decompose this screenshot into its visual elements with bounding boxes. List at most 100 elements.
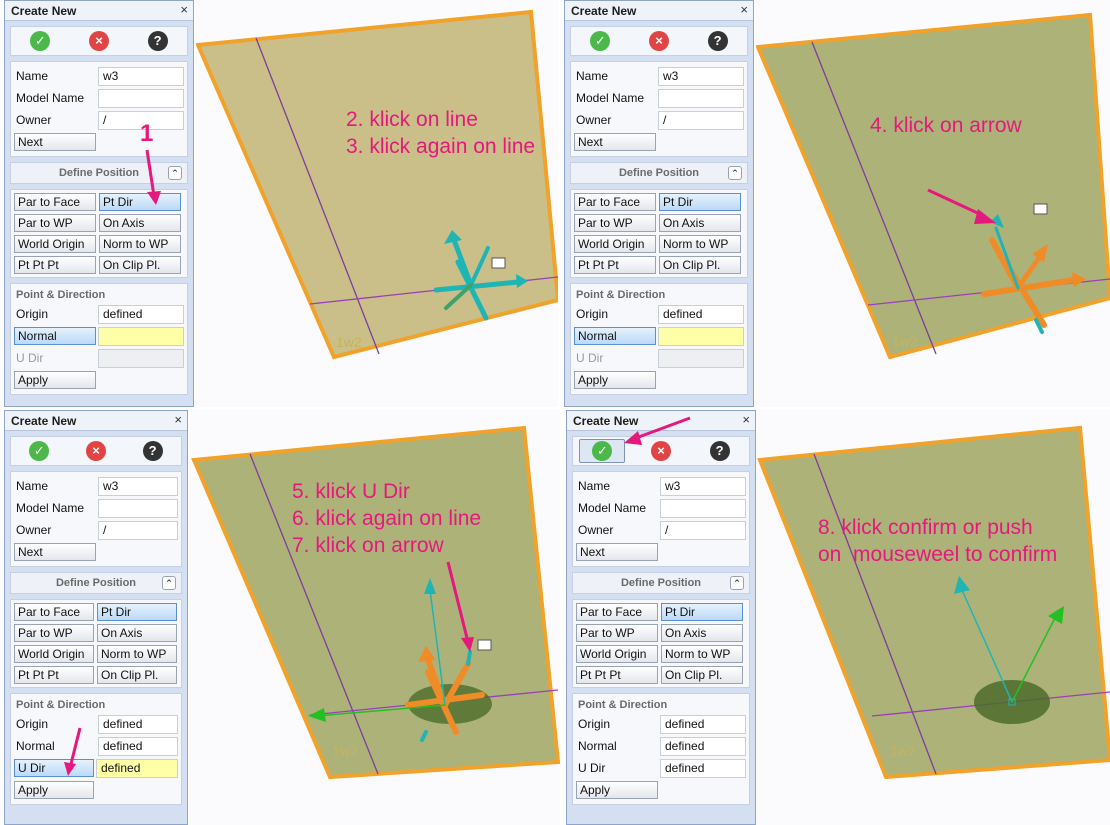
confirm-button[interactable]: ✓: [16, 439, 62, 463]
on-clip-pl-button[interactable]: On Clip Pl.: [99, 256, 181, 274]
naming-group: Name w3 Model Name Owner / Next: [10, 471, 182, 567]
apply-button[interactable]: Apply: [14, 781, 94, 799]
origin-field[interactable]: defined: [98, 304, 184, 324]
world-origin-button[interactable]: World Origin: [574, 235, 656, 253]
u-dir-field[interactable]: [98, 348, 184, 368]
model-name-field[interactable]: [658, 88, 744, 108]
cancel-button[interactable]: ×: [638, 439, 684, 463]
apply-button[interactable]: Apply: [574, 371, 656, 389]
u-dir-button[interactable]: U Dir: [14, 759, 94, 777]
owner-field[interactable]: /: [98, 520, 178, 540]
pt-pt-pt-button[interactable]: Pt Pt Pt: [576, 666, 658, 684]
help-button[interactable]: ?: [130, 439, 176, 463]
on-axis-button[interactable]: On Axis: [97, 624, 177, 642]
par-to-wp-button[interactable]: Par to WP: [574, 214, 656, 232]
on-axis-button[interactable]: On Axis: [99, 214, 181, 232]
model-name-label: Model Name: [576, 91, 645, 105]
origin-label: Origin: [576, 307, 609, 321]
cancel-button[interactable]: ×: [73, 439, 119, 463]
pt-pt-pt-button[interactable]: Pt Pt Pt: [14, 666, 94, 684]
help-button[interactable]: ?: [695, 29, 741, 53]
collapse-icon[interactable]: ⌃: [728, 166, 742, 180]
help-button[interactable]: ?: [697, 439, 743, 463]
world-origin-button[interactable]: World Origin: [14, 235, 96, 253]
par-to-wp-button[interactable]: Par to WP: [14, 624, 94, 642]
normal-button[interactable]: Normal: [14, 327, 96, 345]
close-icon[interactable]: ×: [180, 3, 188, 17]
3d-viewport[interactable]: 1w2: [756, 0, 1110, 407]
model-name-field[interactable]: [660, 498, 746, 518]
collapse-icon[interactable]: ⌃: [162, 576, 176, 590]
normal-field[interactable]: defined: [660, 736, 746, 756]
collapse-icon[interactable]: ⌃: [168, 166, 182, 180]
confirm-button[interactable]: ✓: [17, 29, 63, 53]
work-plane: [191, 425, 560, 780]
work-plane: [196, 9, 558, 360]
owner-field[interactable]: /: [658, 110, 744, 130]
u-dir-field[interactable]: [658, 348, 744, 368]
on-clip-pl-button[interactable]: On Clip Pl.: [97, 666, 177, 684]
action-icon-bar: ✓ × ?: [10, 436, 182, 466]
name-field[interactable]: w3: [658, 66, 744, 86]
par-to-face-button[interactable]: Par to Face: [14, 193, 96, 211]
world-origin-button[interactable]: World Origin: [576, 645, 658, 663]
norm-to-wp-button[interactable]: Norm to WP: [99, 235, 181, 253]
help-button[interactable]: ?: [135, 29, 181, 53]
u-dir-field[interactable]: defined: [96, 758, 178, 778]
pt-pt-pt-button[interactable]: Pt Pt Pt: [14, 256, 96, 274]
pt-dir-button[interactable]: Pt Dir: [97, 603, 177, 621]
pt-pt-pt-button[interactable]: Pt Pt Pt: [574, 256, 656, 274]
name-field[interactable]: w3: [98, 476, 178, 496]
world-origin-button[interactable]: World Origin: [14, 645, 94, 663]
normal-field[interactable]: defined: [98, 736, 178, 756]
par-to-face-button[interactable]: Par to Face: [14, 603, 94, 621]
u-dir-field[interactable]: defined: [660, 758, 746, 778]
par-to-wp-button[interactable]: Par to WP: [14, 214, 96, 232]
name-field[interactable]: w3: [98, 66, 184, 86]
origin-field[interactable]: defined: [660, 714, 746, 734]
owner-field[interactable]: /: [660, 520, 746, 540]
3d-viewport[interactable]: 1w2: [190, 410, 560, 825]
norm-to-wp-button[interactable]: Norm to WP: [659, 235, 741, 253]
next-button[interactable]: Next: [574, 133, 656, 151]
3d-viewport[interactable]: 1w2: [756, 410, 1110, 825]
pt-dir-button[interactable]: Pt Dir: [99, 193, 181, 211]
help-icon: ?: [147, 31, 168, 51]
apply-button[interactable]: Apply: [576, 781, 658, 799]
pt-dir-button[interactable]: Pt Dir: [659, 193, 741, 211]
on-axis-button[interactable]: On Axis: [661, 624, 743, 642]
on-clip-pl-button[interactable]: On Clip Pl.: [661, 666, 743, 684]
confirm-button[interactable]: ✓: [579, 439, 626, 463]
model-name-field[interactable]: [98, 88, 184, 108]
origin-field[interactable]: defined: [98, 714, 178, 734]
par-to-face-button[interactable]: Par to Face: [574, 193, 656, 211]
normal-button[interactable]: Normal: [574, 327, 656, 345]
name-field[interactable]: w3: [660, 476, 746, 496]
close-icon[interactable]: ×: [174, 413, 182, 427]
normal-field[interactable]: [658, 326, 744, 346]
action-icon-bar: ✓ × ?: [570, 26, 748, 56]
on-clip-pl-button[interactable]: On Clip Pl.: [659, 256, 741, 274]
owner-field[interactable]: /: [98, 110, 184, 130]
next-button[interactable]: Next: [14, 133, 96, 151]
par-to-wp-button[interactable]: Par to WP: [576, 624, 658, 642]
3d-viewport[interactable]: 1w2: [196, 0, 558, 407]
confirm-button[interactable]: ✓: [577, 29, 623, 53]
owner-label: Owner: [578, 523, 614, 537]
cancel-button[interactable]: ×: [636, 29, 682, 53]
apply-button[interactable]: Apply: [14, 371, 96, 389]
cancel-button[interactable]: ×: [76, 29, 122, 53]
on-axis-button[interactable]: On Axis: [659, 214, 741, 232]
norm-to-wp-button[interactable]: Norm to WP: [661, 645, 743, 663]
pt-dir-button[interactable]: Pt Dir: [661, 603, 743, 621]
model-name-field[interactable]: [98, 498, 178, 518]
next-button[interactable]: Next: [14, 543, 96, 561]
norm-to-wp-button[interactable]: Norm to WP: [97, 645, 177, 663]
normal-field[interactable]: [98, 326, 184, 346]
close-icon[interactable]: ×: [742, 413, 750, 427]
par-to-face-button[interactable]: Par to Face: [576, 603, 658, 621]
close-icon[interactable]: ×: [740, 3, 748, 17]
collapse-icon[interactable]: ⌃: [730, 576, 744, 590]
origin-field[interactable]: defined: [658, 304, 744, 324]
next-button[interactable]: Next: [576, 543, 658, 561]
